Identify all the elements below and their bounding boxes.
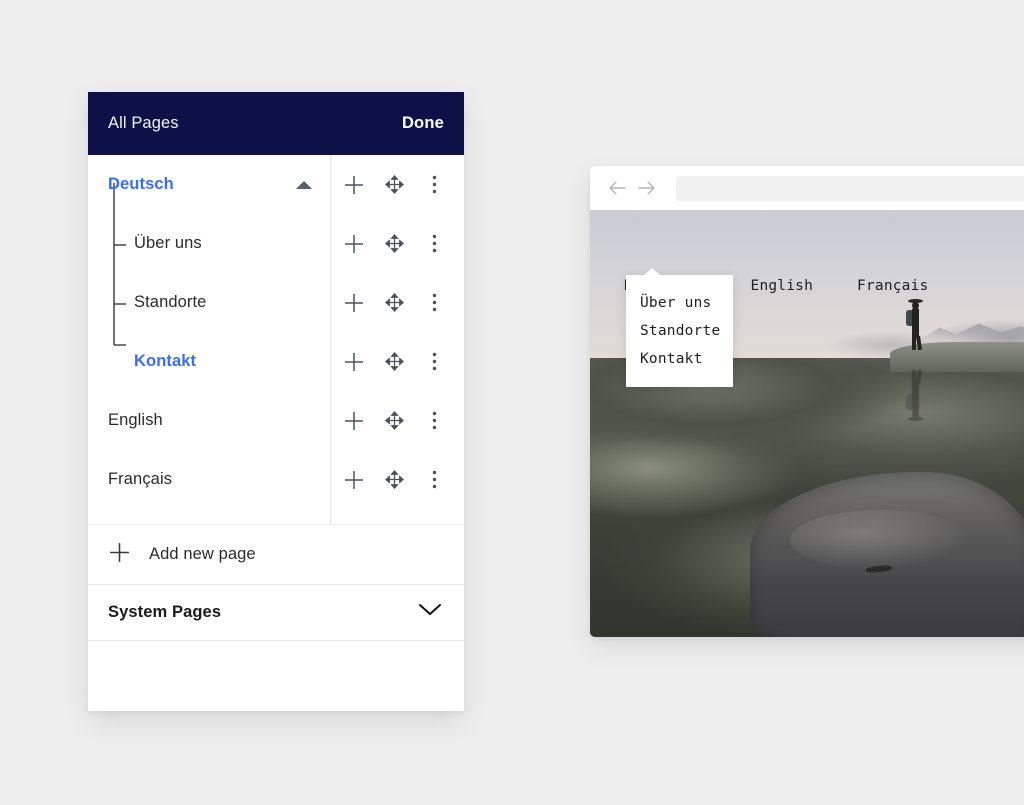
page-row[interactable]: Über uns	[88, 214, 464, 273]
plus-icon[interactable]	[341, 172, 367, 198]
page-row[interactable]: English	[88, 391, 464, 450]
dropdown-item-standorte[interactable]: Standorte	[626, 317, 733, 345]
language-dropdown-menu: Über uns Standorte Kontakt	[626, 268, 733, 387]
add-new-page-button[interactable]: Add new page	[88, 524, 464, 584]
page-row-label-zone[interactable]: Deutsch	[88, 155, 330, 214]
page-row[interactable]: Deutsch	[88, 155, 464, 214]
dropdown-item-kontakt[interactable]: Kontakt	[626, 345, 733, 373]
pool-highlight	[790, 510, 970, 570]
plus-icon[interactable]	[341, 349, 367, 375]
panel-header: All Pages Done	[88, 92, 464, 155]
page-row[interactable]: Standorte	[88, 273, 464, 332]
add-new-page-label: Add new page	[149, 545, 256, 563]
page-row-label-zone[interactable]: Über uns	[88, 214, 330, 273]
move-icon[interactable]	[381, 349, 407, 375]
arrow-right-icon[interactable]	[632, 173, 662, 203]
more-vertical-icon[interactable]	[421, 349, 447, 375]
move-icon[interactable]	[381, 172, 407, 198]
page-tree: Deutsch Über uns Standorte Kontakt Engli…	[88, 155, 464, 524]
page-row[interactable]: Français	[88, 450, 464, 509]
plus-icon[interactable]	[341, 467, 367, 493]
page-row-label-zone[interactable]: Français	[88, 450, 330, 509]
more-vertical-icon[interactable]	[421, 172, 447, 198]
done-button[interactable]: Done	[402, 114, 444, 133]
move-icon[interactable]	[381, 408, 407, 434]
browser-preview-panel: Deutsch English Français	[590, 166, 1024, 637]
dropdown-item-uber-uns[interactable]: Über uns	[626, 289, 733, 317]
caret-up-icon[interactable]	[296, 180, 312, 189]
plus-icon[interactable]	[341, 408, 367, 434]
page-label[interactable]: Français	[108, 470, 172, 489]
arrow-left-icon[interactable]	[602, 173, 632, 203]
page-row-actions	[330, 391, 464, 450]
hiker-reflection	[904, 369, 926, 426]
ridge-silhouette	[920, 323, 1024, 340]
more-vertical-icon[interactable]	[421, 290, 447, 316]
page-label[interactable]: Über uns	[134, 234, 202, 253]
more-vertical-icon[interactable]	[421, 231, 447, 257]
url-input[interactable]	[676, 175, 1024, 201]
nav-item-english[interactable]: English	[751, 278, 814, 294]
plus-icon[interactable]	[341, 290, 367, 316]
page-label[interactable]: English	[108, 411, 163, 430]
system-pages-section[interactable]: System Pages	[88, 584, 464, 641]
all-pages-panel: All Pages Done Deutsch Über uns Standort…	[88, 92, 464, 711]
plus-icon	[108, 541, 131, 569]
page-label[interactable]: Kontakt	[134, 352, 196, 371]
more-vertical-icon[interactable]	[421, 408, 447, 434]
page-label[interactable]: Deutsch	[108, 175, 174, 194]
system-pages-label: System Pages	[108, 603, 222, 621]
page-title: All Pages	[108, 114, 179, 132]
page-row-actions	[330, 155, 464, 214]
nav-item-francais[interactable]: Français	[857, 278, 928, 294]
move-icon[interactable]	[381, 290, 407, 316]
page-row-actions	[330, 273, 464, 332]
page-row-label-zone[interactable]: English	[88, 391, 330, 450]
page-label[interactable]: Standorte	[134, 293, 206, 312]
hiker-figure	[904, 294, 926, 351]
page-row-label-zone[interactable]: Kontakt	[88, 332, 330, 391]
plus-icon[interactable]	[341, 231, 367, 257]
chevron-down-icon[interactable]	[418, 603, 442, 622]
more-vertical-icon[interactable]	[421, 467, 447, 493]
page-row-label-zone[interactable]: Standorte	[88, 273, 330, 332]
move-icon[interactable]	[381, 467, 407, 493]
move-icon[interactable]	[381, 231, 407, 257]
page-row[interactable]: Kontakt	[88, 332, 464, 391]
page-row-actions	[330, 332, 464, 391]
browser-toolbar	[590, 166, 1024, 210]
page-row-actions	[330, 450, 464, 509]
page-row-actions	[330, 214, 464, 273]
